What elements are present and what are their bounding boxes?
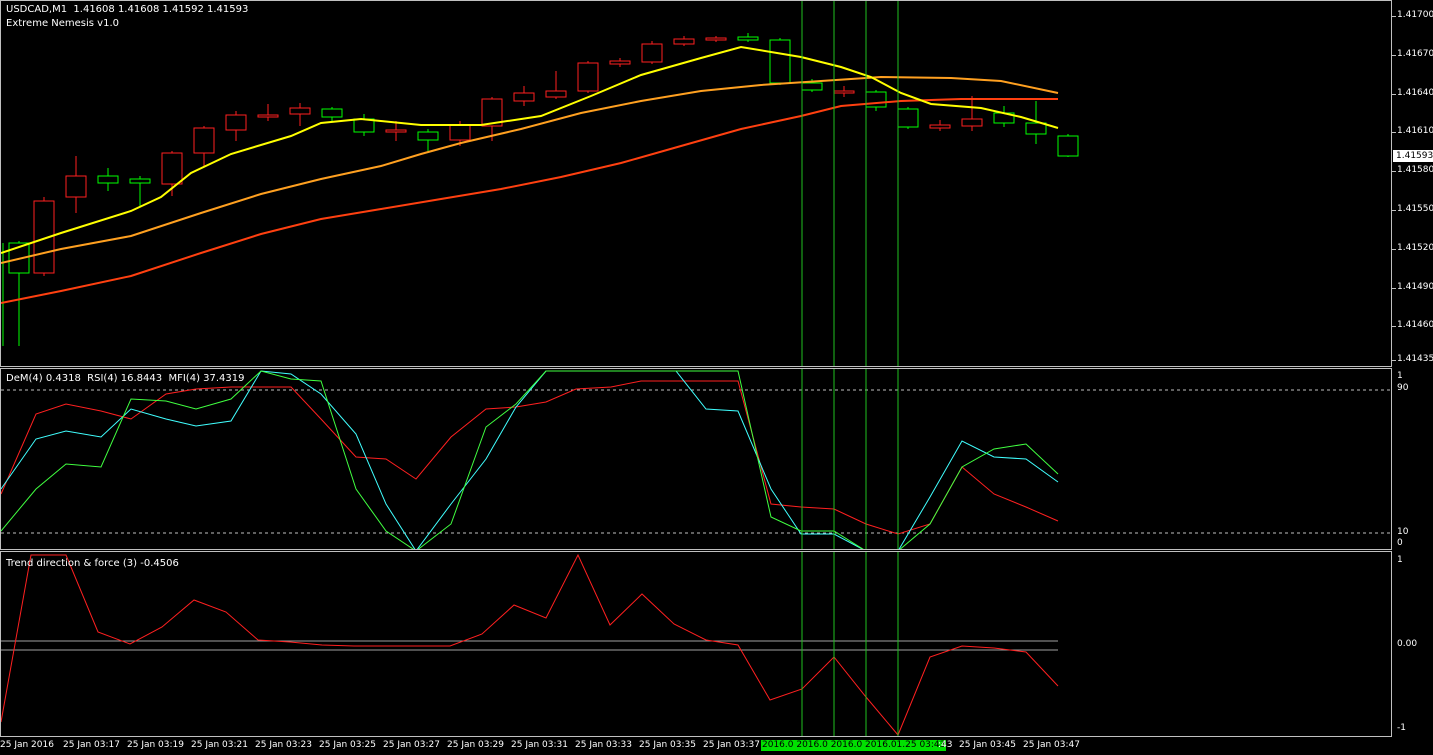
candle-body [609,60,631,65]
candle-body [641,43,663,63]
candle-body [417,131,439,141]
osc-level-label: 0 [1397,538,1403,548]
time-label: 25 Jan 03:33 [575,740,632,750]
candle-body [961,118,983,127]
time-label: 25 Jan 03:37 [703,740,760,750]
candle-body [545,90,567,98]
moving-average-slow [1,98,1058,304]
candle-body [161,152,183,185]
trend-pane[interactable]: Trend direction & force (3) -0.4506 [0,551,1392,737]
candle-body [193,127,215,154]
osc-level-label: 1 [1397,371,1403,381]
osc-level-label: 90 [1397,383,1409,393]
price-label: 1.41640 [1397,88,1433,98]
time-axis: 25 Jan 2016 25 Jan 03:17 25 Jan 03:19 25… [0,737,1392,755]
time-label: 25 Jan 03:23 [255,740,312,750]
trend-force-line [1,553,1059,736]
mfi-line [1,370,1059,549]
price-label: 1.41610 [1397,126,1433,136]
trend-canvas [1,552,1059,736]
time-label: 25 Jan 03:35 [639,740,696,750]
time-highlight-label: 2016.0 2016.0 2016.0 2016.01.25 03:43 [761,740,947,751]
time-label: :43 [938,740,953,750]
trend-axis: 1 0.00 -1 [1392,551,1433,737]
time-label: 25 Jan 03:47 [1023,740,1080,750]
rsi-line [1,380,1059,535]
oscillator-header: DeM(4) 0.4318 RSI(4) 16.8443 MFI(4) 37.4… [6,373,245,384]
trend-level-label: 0.00 [1397,639,1418,649]
time-label: 25 Jan 03:27 [383,740,440,750]
time-label: 25 Jan 03:45 [959,740,1016,750]
candle-body [289,107,311,115]
time-label: 25 Jan 2016 [0,740,54,750]
osc-level-label: 10 [1397,527,1409,537]
candle-body [385,129,407,133]
price-chart-pane[interactable]: USDCAD,M1 1.41608 1.41608 1.41592 1.4159… [0,0,1392,367]
time-label: 25 Jan 03:17 [63,740,120,750]
trend-header: Trend direction & force (3) -0.4506 [6,558,179,569]
candle-body [449,124,471,141]
price-label: 1.41490 [1397,282,1433,292]
candle-body [257,114,279,118]
candle-body [1025,122,1047,135]
time-label: 25 Jan 03:31 [511,740,568,750]
oscillator-canvas [1,369,1391,549]
candle-body [1057,135,1079,157]
trend-level-label: -1 [1397,723,1406,733]
price-label: 1.41460 [1397,320,1433,330]
time-label: 25 Jan 03:29 [447,740,504,750]
indicator-name: Extreme Nemesis v1.0 [6,18,119,29]
price-label: 1.41520 [1397,243,1433,253]
candle-body [929,124,951,129]
candle-body [321,108,343,118]
demarker-line [1,370,1059,549]
symbol-header: USDCAD,M1 1.41608 1.41608 1.41592 1.4159… [6,4,249,15]
price-chart-canvas [1,1,1079,366]
candle-body [673,38,695,45]
candle-body [225,114,247,131]
current-price-tag: 1.41593 [1393,150,1433,162]
price-label: 1.41435 [1397,354,1433,364]
price-axis: 1.41700 1.41670 1.41640 1.41610 1.41580 … [1392,0,1433,367]
time-label: 25 Jan 03:25 [319,740,376,750]
price-label: 1.41700 [1397,10,1433,20]
candle-body [833,90,855,94]
price-label: 1.41550 [1397,204,1433,214]
candle-body [769,39,791,84]
price-label: 1.41670 [1397,49,1433,59]
oscillator-pane[interactable]: DeM(4) 0.4318 RSI(4) 16.8443 MFI(4) 37.4… [0,368,1392,550]
candle-body [65,175,87,198]
candle-body [897,108,919,128]
candle-body [97,175,119,184]
time-label: 25 Jan 03:21 [191,740,248,750]
trend-level-label: 1 [1397,555,1403,565]
candle-body [129,178,151,184]
price-label: 1.41580 [1397,165,1433,175]
candle-body [737,36,759,41]
oscillator-axis: 1 90 10 0 [1392,368,1433,550]
candle-body [705,37,727,41]
candle-body [801,82,823,91]
candle-body [513,92,535,102]
time-label: 25 Jan 03:19 [127,740,184,750]
candle-body [865,91,887,108]
moving-average-mid [1,75,1059,264]
candle-body [577,62,599,92]
